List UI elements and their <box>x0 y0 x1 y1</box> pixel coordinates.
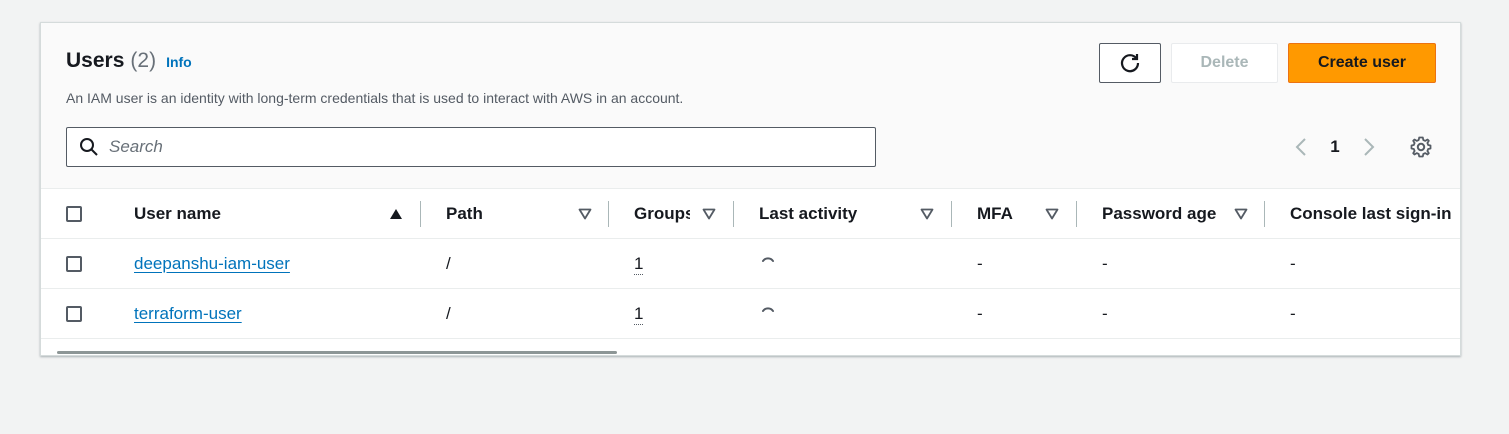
sort-icon <box>702 208 716 220</box>
user-name-link[interactable]: terraform-user <box>134 304 242 324</box>
column-header-mfa[interactable]: MFA <box>977 189 1077 239</box>
title-row: Users (2) Info <box>66 49 192 73</box>
loading-spinner-icon <box>762 307 774 312</box>
refresh-button[interactable] <box>1099 43 1161 83</box>
column-divider[interactable] <box>1076 201 1077 227</box>
column-header-console-last-sign-in[interactable]: Console last sign-in <box>1290 189 1460 239</box>
horizontal-scrollbar[interactable] <box>57 351 617 354</box>
mfa-cell: - <box>977 304 983 323</box>
sort-icon <box>578 208 592 220</box>
search-icon <box>79 137 99 157</box>
path-cell: / <box>446 304 451 323</box>
password-age-cell: - <box>1102 304 1108 323</box>
column-header-path[interactable]: Path <box>446 189 606 239</box>
page-description: An IAM user is an identity with long-ter… <box>66 90 684 106</box>
column-label-console-last-sign-in: Console last sign-in <box>1290 204 1452 223</box>
search-box[interactable] <box>66 127 876 167</box>
pagination: 1 <box>1291 135 1379 159</box>
column-header-user-name[interactable]: User name <box>134 189 414 239</box>
user-name-cell: terraform-user <box>134 289 242 339</box>
row-checkbox[interactable] <box>66 256 82 272</box>
current-page-number[interactable]: 1 <box>1311 137 1359 157</box>
column-label-last-activity: Last activity <box>759 204 858 223</box>
info-link[interactable]: Info <box>166 54 192 70</box>
column-divider[interactable] <box>420 201 421 227</box>
row-checkbox[interactable] <box>66 306 82 322</box>
mfa-cell: - <box>977 254 983 273</box>
panel-header: Users (2) Info An IAM user is an identit… <box>41 23 1460 188</box>
create-user-button[interactable]: Create user <box>1288 43 1436 83</box>
groups-value[interactable]: 1 <box>634 254 644 275</box>
console-last-sign-in-cell: - <box>1290 304 1296 323</box>
previous-page-icon[interactable] <box>1291 135 1311 159</box>
column-divider[interactable] <box>608 201 609 227</box>
sort-icon <box>1045 208 1059 220</box>
path-cell: / <box>446 254 451 273</box>
column-divider[interactable] <box>951 201 952 227</box>
sort-icon <box>1234 208 1248 220</box>
sort-icon <box>920 208 934 220</box>
column-label-path: Path <box>446 204 483 223</box>
sort-ascending-icon <box>390 209 402 219</box>
page-title: Users <box>66 49 125 72</box>
user-name-cell: deepanshu-iam-user <box>134 239 290 289</box>
groups-cell: 1 <box>634 239 644 289</box>
password-age-cell: - <box>1102 254 1108 273</box>
column-header-groups[interactable]: Groups <box>634 189 754 239</box>
groups-cell: 1 <box>634 289 644 339</box>
search-input[interactable] <box>107 136 851 158</box>
console-last-sign-in-cell: - <box>1290 254 1296 273</box>
delete-button[interactable]: Delete <box>1171 43 1278 83</box>
refresh-icon <box>1120 54 1140 73</box>
column-label-password-age: Password age <box>1102 204 1217 223</box>
table-row: deepanshu-iam-user / 1 - - - <box>41 239 1460 289</box>
user-name-link[interactable]: deepanshu-iam-user <box>134 254 290 274</box>
settings-gear-icon[interactable] <box>1409 135 1433 159</box>
table-header: User name Path Groups Last activity MFA … <box>41 188 1460 239</box>
select-all-checkbox[interactable] <box>66 206 82 222</box>
groups-value[interactable]: 1 <box>634 304 644 325</box>
column-divider[interactable] <box>1264 201 1265 227</box>
column-divider[interactable] <box>733 201 734 227</box>
column-label-mfa: MFA <box>977 204 1013 223</box>
next-page-icon[interactable] <box>1359 135 1379 159</box>
user-count: (2) <box>130 49 157 72</box>
loading-spinner-icon <box>762 257 774 262</box>
column-label-user-name: User name <box>134 204 221 223</box>
column-header-password-age[interactable]: Password age <box>1102 189 1262 239</box>
users-panel: Users (2) Info An IAM user is an identit… <box>40 22 1461 356</box>
column-label-groups: Groups <box>634 204 690 223</box>
column-header-last-activity[interactable]: Last activity <box>759 189 959 239</box>
table-row: terraform-user / 1 - - - <box>41 289 1460 339</box>
